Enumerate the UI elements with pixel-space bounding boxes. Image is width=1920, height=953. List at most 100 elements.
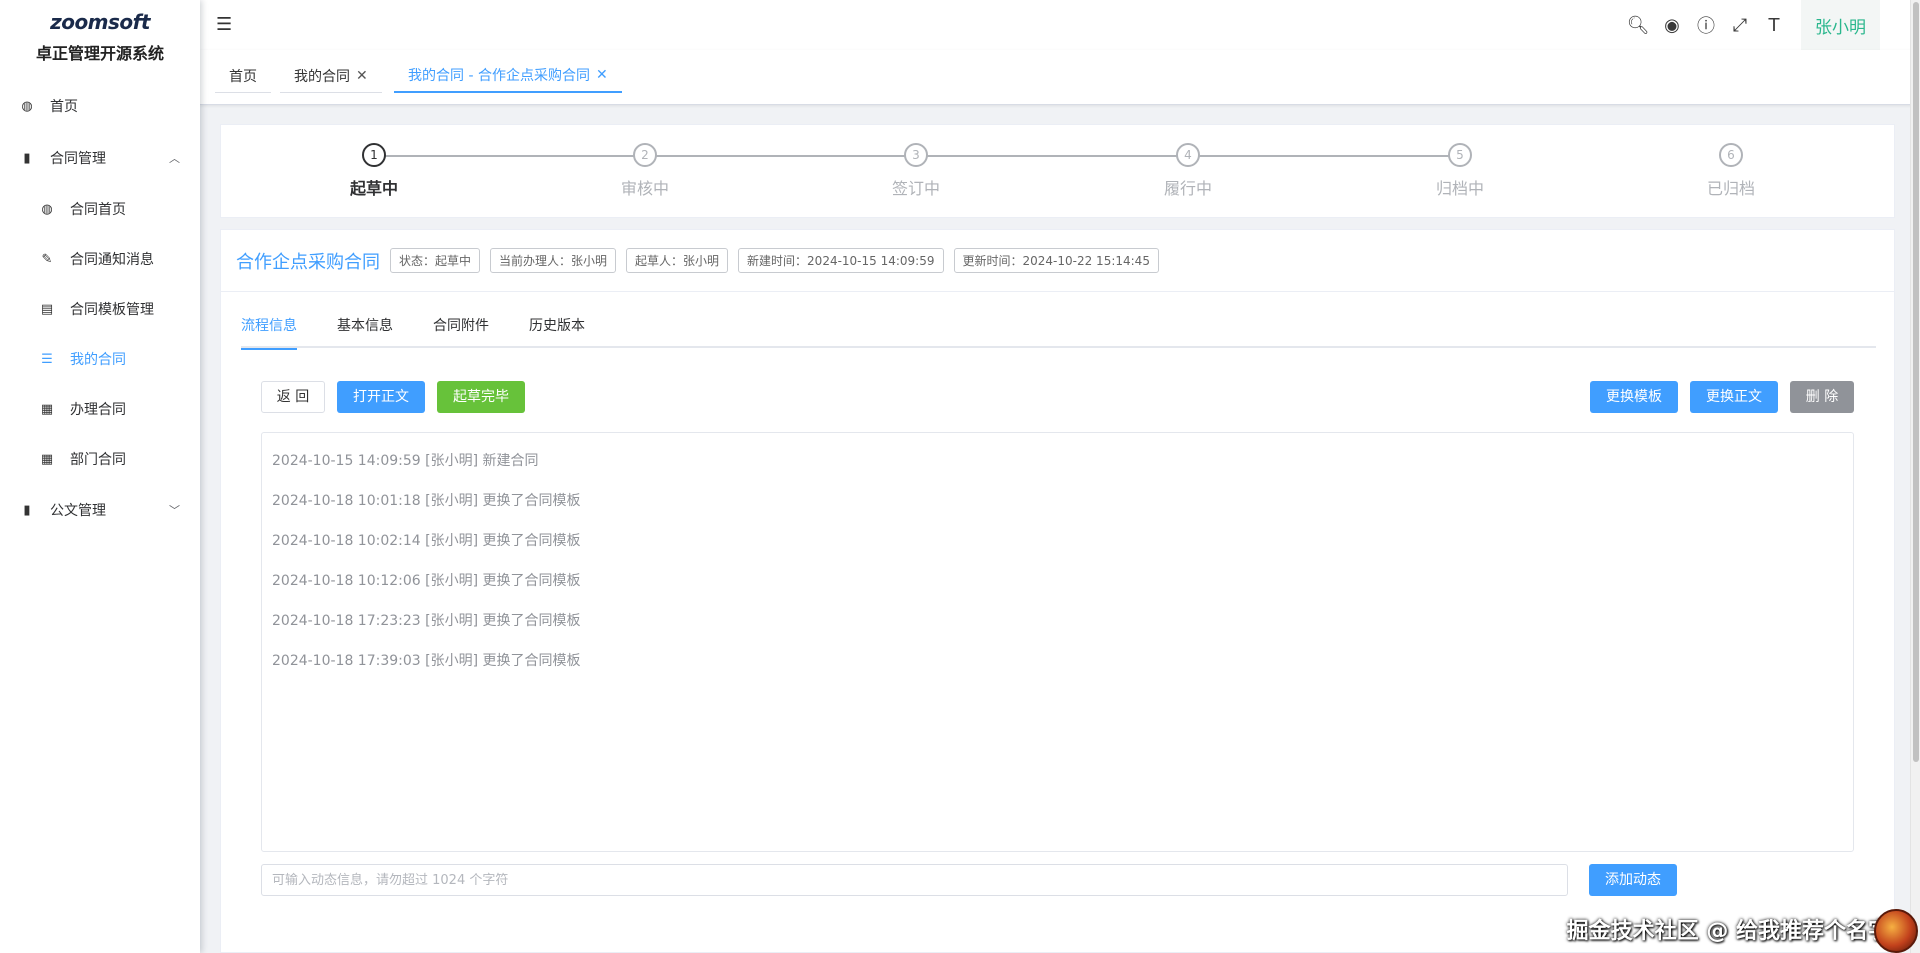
dashboard-icon: ◍ — [21, 98, 33, 114]
open-text-button[interactable]: 打开正文 — [337, 381, 425, 413]
step-label: 履行中 — [1163, 179, 1212, 198]
list-item: 2024-10-18 17:39:03 [张小明] 更换了合同模板 — [272, 653, 581, 669]
top-navbar: ☰ 🔍︎ ◉ ⓘ ⤢ T 张小明 — [200, 0, 1920, 50]
sidebar-item-label: 首页 — [50, 99, 78, 115]
step-reviewing: 2 审核中 — [585, 143, 705, 199]
created-time-badge: 新建时间：2024-10-15 14:09:59 — [738, 248, 944, 273]
font-size-icon[interactable]: T — [1757, 15, 1791, 36]
contract-header: 合作企点采购合同 状态：起草中 当前办理人：张小明 起草人：张小明 新建时间：2… — [221, 230, 1894, 292]
list-item: 2024-10-18 10:02:14 [张小明] 更换了合同模板 — [272, 533, 581, 549]
list-item: 2024-10-18 10:12:06 [张小明] 更换了合同模板 — [272, 573, 581, 589]
step-number: 2 — [633, 143, 657, 167]
document-icon: ▦ — [40, 401, 54, 417]
sidebar-item-label: 办理合同 — [70, 402, 126, 418]
list-icon: ☰ — [41, 351, 53, 367]
sidebar-item-label: 公文管理 — [50, 503, 106, 519]
sidebar-item-contract-home[interactable]: ◍ 合同首页 — [0, 184, 200, 234]
step-number: 3 — [904, 143, 928, 167]
close-icon[interactable]: ✕ — [356, 68, 368, 84]
activity-input[interactable] — [261, 864, 1568, 896]
sidebar-item-contract-notifications[interactable]: ✎ 合同通知消息 — [0, 234, 200, 284]
sidebar-item-label: 我的合同 — [70, 352, 126, 368]
detail-tabs: 流程信息 基本信息 合同附件 历史版本 — [241, 312, 1876, 350]
sidebar-item-label: 合同管理 — [50, 151, 106, 167]
logo-mark: zoomsoft — [50, 10, 150, 34]
book-icon: ▮ — [23, 150, 31, 166]
sidebar-item-label: 合同模板管理 — [70, 302, 154, 318]
user-menu[interactable]: 张小明 — [1801, 0, 1880, 50]
handler-badge: 当前办理人：张小明 — [490, 248, 617, 273]
logo[interactable]: zoomsoft 卓正管理开源系统 — [0, 0, 200, 80]
step-drafting: 1 起草中 — [314, 143, 434, 199]
list-item: 2024-10-18 10:01:18 [张小明] 更换了合同模板 — [272, 493, 581, 509]
list-item: 2024-10-15 14:09:59 [张小明] 新建合同 — [272, 453, 539, 469]
tag-label: 我的合同 — [294, 68, 350, 85]
watermark: 掘金技术社区 @ 给我推荐个名字 — [1566, 919, 1890, 944]
status-badge: 状态：起草中 — [390, 248, 481, 273]
change-template-button[interactable]: 更换模板 — [1590, 381, 1678, 413]
github-icon[interactable]: ◉ — [1655, 15, 1689, 36]
sidebar-item-department-contracts[interactable]: ▦ 部门合同 — [0, 434, 200, 484]
tag-label: 我的合同 - 合作企点采购合同 — [408, 68, 590, 84]
updated-time-badge: 更新时间：2024-10-22 15:14:45 — [953, 248, 1159, 273]
book-icon: ▮ — [23, 502, 31, 518]
tag-home[interactable]: 首页 — [215, 59, 271, 93]
step-archived: 6 已归档 — [1671, 143, 1791, 199]
step-number: 4 — [1176, 143, 1200, 167]
step-label: 起草中 — [349, 179, 398, 198]
page-title: 合作企点采购合同 — [236, 251, 380, 273]
sidebar-item-my-contracts[interactable]: ☰ 我的合同 — [0, 334, 200, 384]
step-label: 归档中 — [1435, 179, 1484, 198]
sidebar-item-contract-management[interactable]: ▮ 合同管理 ︿ — [0, 132, 200, 184]
drafter-badge: 起草人：张小明 — [626, 248, 729, 273]
tab-flow-info[interactable]: 流程信息 — [241, 312, 297, 350]
edit-icon: ✎ — [41, 251, 53, 267]
template-icon: ▤ — [40, 301, 54, 317]
step-archiving: 5 归档中 — [1400, 143, 1520, 199]
sidebar-item-home[interactable]: ◍ 首页 — [0, 80, 200, 132]
sidebar-item-label: 合同首页 — [70, 202, 126, 218]
help-icon[interactable]: ⓘ — [1689, 12, 1723, 38]
activity-log: 2024-10-15 14:09:59 [张小明] 新建合同 2024-10-1… — [261, 432, 1854, 852]
tag-contract-detail[interactable]: 我的合同 - 合作企点采购合同 ✕ — [394, 59, 622, 93]
tab-attachments[interactable]: 合同附件 — [433, 312, 489, 348]
sidebar: zoomsoft 卓正管理开源系统 ◍ 首页 ▮ 合同管理 ︿ ◍ 合同首页 ✎… — [0, 0, 200, 953]
tag-label: 首页 — [229, 68, 257, 85]
tab-history[interactable]: 历史版本 — [529, 312, 585, 348]
chevron-down-icon: ﹀ — [169, 504, 180, 517]
contract-detail-panel: 合作企点采购合同 状态：起草中 当前办理人：张小明 起草人：张小明 新建时间：2… — [220, 229, 1895, 953]
sidebar-item-label: 部门合同 — [70, 452, 126, 468]
step-signing: 3 签订中 — [856, 143, 976, 199]
status-steps: 1 起草中 2 审核中 3 签订中 4 履行中 5 归档中 6 已归档 — [220, 124, 1895, 218]
finish-draft-button[interactable]: 起草完毕 — [437, 381, 525, 413]
tag-my-contracts[interactable]: 我的合同 ✕ — [280, 59, 382, 93]
close-icon[interactable]: ✕ — [596, 67, 608, 83]
scrollbar-thumb[interactable] — [1913, 2, 1919, 762]
fullscreen-icon[interactable]: ⤢ — [1723, 15, 1757, 36]
sidebar-item-template-management[interactable]: ▤ 合同模板管理 — [0, 284, 200, 334]
back-button[interactable]: 返 回 — [261, 381, 325, 413]
delete-button[interactable]: 删 除 — [1790, 381, 1854, 413]
step-number: 5 — [1448, 143, 1472, 167]
step-performing: 4 履行中 — [1128, 143, 1248, 199]
add-activity-button[interactable]: 添加动态 — [1589, 864, 1677, 896]
step-label: 已归档 — [1706, 179, 1755, 198]
menu-fold-icon[interactable]: ☰ — [216, 14, 232, 35]
tags-view: 首页 我的合同 ✕ 我的合同 - 合作企点采购合同 ✕ — [200, 50, 1920, 105]
document-icon: ▦ — [40, 451, 54, 467]
list-item: 2024-10-18 17:23:23 [张小明] 更换了合同模板 — [272, 613, 581, 629]
step-label: 签订中 — [891, 179, 940, 198]
step-number: 6 — [1719, 143, 1743, 167]
logo-title: 卓正管理开源系统 — [35, 44, 164, 63]
sidebar-item-handle-contracts[interactable]: ▦ 办理合同 — [0, 384, 200, 434]
step-label: 审核中 — [620, 179, 669, 198]
tab-basic-info[interactable]: 基本信息 — [337, 312, 393, 348]
navbar-actions: 🔍︎ ◉ ⓘ ⤢ T 张小明 — [1621, 0, 1880, 50]
chevron-up-icon: ︿ — [169, 152, 180, 165]
change-text-button[interactable]: 更换正文 — [1690, 381, 1778, 413]
step-number: 1 — [362, 143, 386, 167]
search-icon[interactable]: 🔍︎ — [1621, 15, 1655, 36]
page-scrollbar[interactable] — [1910, 0, 1920, 953]
dashboard-icon: ◍ — [41, 201, 53, 217]
sidebar-item-document-management[interactable]: ▮ 公文管理 ﹀ — [0, 484, 200, 536]
